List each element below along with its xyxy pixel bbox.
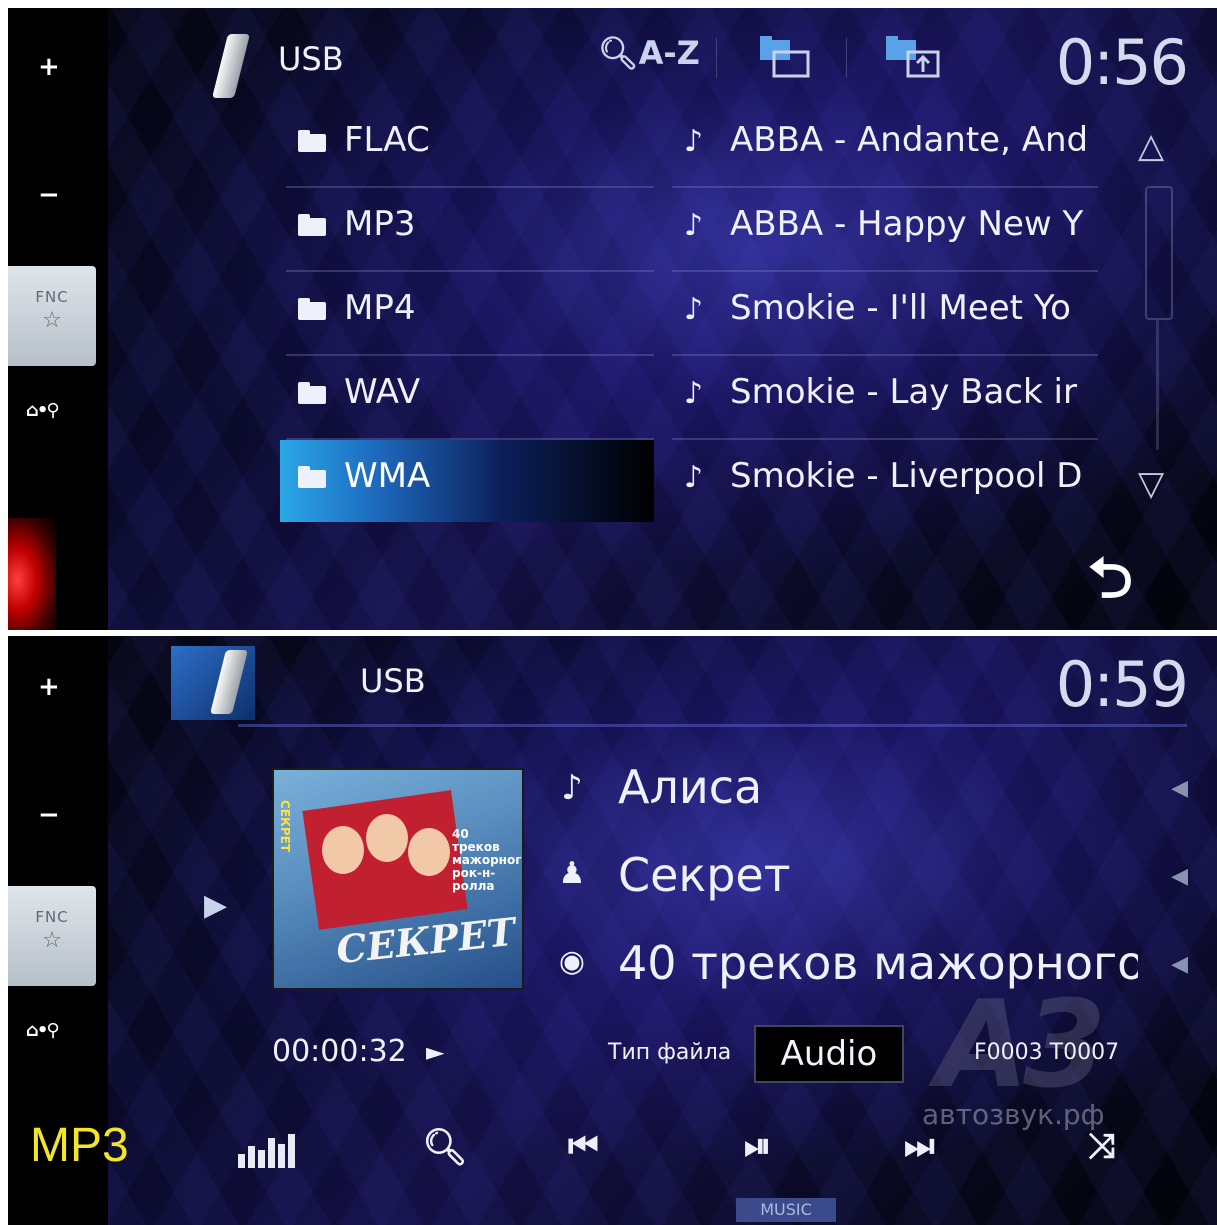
search-icon: 🔍︎ bbox=[598, 34, 639, 72]
left-bezel: + − FNC ☆ ⌂•⚲ bbox=[8, 8, 108, 630]
header-divider bbox=[238, 724, 1187, 727]
scrollbar-track[interactable] bbox=[1156, 320, 1159, 450]
album-art: СЕКРЕТ 40 треков мажорного рок-н-ролла С… bbox=[272, 768, 524, 990]
artist-name: Секрет bbox=[618, 848, 791, 902]
usb-stick-icon bbox=[212, 34, 250, 98]
star-icon: ☆ bbox=[42, 928, 62, 953]
scrollbar-thumb[interactable] bbox=[1145, 186, 1173, 320]
fnc-label: FNC bbox=[35, 288, 69, 306]
track-label: ABBA - Happy New Y bbox=[730, 204, 1084, 244]
album-art-subtitle: 40 треков мажорного рок-н-ролла bbox=[452, 827, 524, 893]
volume-plus-button[interactable]: + bbox=[38, 52, 60, 82]
folder-item[interactable]: FLAC bbox=[286, 104, 654, 188]
folder-label: MP3 bbox=[344, 204, 416, 244]
next-icon: ⏭ bbox=[904, 1126, 935, 1166]
clock: 0:59 bbox=[1055, 648, 1189, 721]
folder-tree-icon bbox=[760, 36, 810, 78]
artist-row[interactable]: ♟ Секрет ◀ bbox=[548, 838, 1188, 918]
watermark-site: автозвук.рф bbox=[922, 1098, 1105, 1131]
search-az-label: A-Z bbox=[638, 34, 700, 72]
search-button[interactable]: 🔍︎ bbox=[422, 1126, 468, 1168]
search-icon: 🔍︎ bbox=[422, 1127, 468, 1168]
scroll-left-icon: ◀ bbox=[1171, 952, 1188, 977]
star-icon: ☆ bbox=[42, 308, 62, 333]
previous-icon: ⏮ bbox=[568, 1126, 599, 1166]
album-art-side-text: СЕКРЕТ bbox=[278, 800, 292, 852]
red-light-knob bbox=[8, 518, 56, 630]
fnc-button[interactable]: FNC ☆ bbox=[8, 886, 96, 986]
person-icon: ♟ bbox=[558, 856, 586, 891]
previous-track-button[interactable]: ⏮ bbox=[568, 1126, 599, 1166]
play-indicator-icon: ► bbox=[426, 1038, 445, 1066]
music-note-icon: ♪ bbox=[684, 208, 704, 243]
volume-plus-button[interactable]: + bbox=[38, 672, 60, 702]
scroll-left-icon: ◀ bbox=[1171, 776, 1188, 801]
track-item[interactable]: ♪ Smokie - I'll Meet Yo bbox=[672, 272, 1098, 356]
music-note-icon: ♪ bbox=[684, 292, 704, 327]
folder-icon bbox=[298, 130, 326, 158]
track-label: Smokie - I'll Meet Yo bbox=[730, 288, 1071, 328]
folder-label: WAV bbox=[344, 372, 421, 412]
next-track-button[interactable]: ⏭ bbox=[904, 1126, 935, 1166]
folder-up-button[interactable] bbox=[882, 30, 942, 90]
folder-tree-button[interactable] bbox=[756, 30, 816, 90]
scroll-down-button[interactable]: ▽ bbox=[1138, 464, 1164, 504]
music-note-icon: ♪ bbox=[684, 124, 704, 159]
back-button[interactable]: ⮌ bbox=[1088, 538, 1133, 630]
folder-label: WMA bbox=[344, 456, 431, 496]
music-note-icon: ♪ bbox=[684, 376, 704, 411]
track-item[interactable]: ♪ ABBA - Andante, And bbox=[672, 104, 1098, 188]
source-title: USB bbox=[278, 40, 344, 78]
volume-minus-button[interactable]: − bbox=[38, 180, 60, 210]
equalizer-button[interactable] bbox=[238, 1132, 302, 1168]
header-divider bbox=[846, 38, 847, 78]
now-playing-screen: + − FNC ☆ ⌂•⚲ USB 0:59 ▶ СЕКРЕТ 40 треко… bbox=[8, 636, 1217, 1225]
folder-label: FLAC bbox=[344, 120, 430, 160]
music-note-icon: ♪ bbox=[684, 460, 704, 495]
expand-arrow-icon[interactable]: ▶ bbox=[204, 888, 227, 923]
music-tab[interactable]: MUSIC bbox=[736, 1198, 836, 1222]
search-az-button[interactable]: 🔍︎A-Z bbox=[598, 34, 700, 72]
track-item[interactable]: ♪ Smokie - Lay Back ir bbox=[672, 356, 1098, 440]
browser-screen: + − FNC ☆ ⌂•⚲ USB 🔍︎A-Z 0:56 FLAC MP3 MP… bbox=[8, 8, 1217, 630]
music-note-icon: ♪ bbox=[561, 768, 583, 808]
file-track-counter: F0003 T0007 bbox=[974, 1040, 1120, 1065]
folder-item-selected[interactable]: WMA bbox=[280, 440, 654, 522]
scroll-up-button[interactable]: △ bbox=[1138, 126, 1164, 166]
header-divider bbox=[716, 38, 717, 78]
folder-item[interactable]: MP4 bbox=[286, 272, 654, 356]
track-label: Smokie - Liverpool D bbox=[730, 456, 1083, 496]
disc-icon: ◉ bbox=[558, 944, 586, 979]
folder-icon bbox=[298, 298, 326, 326]
track-item[interactable]: ♪ Smokie - Liverpool D bbox=[672, 440, 1098, 524]
play-pause-button[interactable]: ⏯ bbox=[744, 1126, 771, 1166]
track-label: Smokie - Lay Back ir bbox=[730, 372, 1077, 412]
track-title-row[interactable]: ♪ Алиса ◀ bbox=[548, 750, 1188, 830]
folder-icon bbox=[298, 466, 326, 494]
scroll-left-icon: ◀ bbox=[1171, 864, 1188, 889]
volume-minus-button[interactable]: − bbox=[38, 800, 60, 830]
home-mic-button[interactable]: ⌂•⚲ bbox=[26, 1020, 60, 1041]
folder-label: MP4 bbox=[344, 288, 416, 328]
shuffle-icon: ⤨ bbox=[1088, 1126, 1116, 1166]
folder-icon bbox=[298, 214, 326, 242]
folder-up-icon bbox=[886, 36, 940, 78]
source-title: USB bbox=[360, 662, 426, 700]
track-item[interactable]: ♪ ABBA - Happy New Y bbox=[672, 188, 1098, 272]
folder-item[interactable]: WAV bbox=[286, 356, 654, 440]
track-label: ABBA - Andante, And bbox=[730, 120, 1089, 160]
folder-item[interactable]: MP3 bbox=[286, 188, 654, 272]
file-type-label: Тип файла bbox=[608, 1040, 732, 1065]
fnc-label: FNC bbox=[35, 908, 69, 926]
file-type-value: Audio bbox=[754, 1025, 904, 1083]
clock: 0:56 bbox=[1055, 26, 1189, 99]
media-mode-label: MP3 bbox=[30, 1119, 129, 1172]
shuffle-button[interactable]: ⤨ bbox=[1088, 1126, 1115, 1166]
home-mic-button[interactable]: ⌂•⚲ bbox=[26, 400, 60, 421]
play-pause-icon: ⏯ bbox=[744, 1126, 772, 1166]
elapsed-time: 00:00:32 bbox=[272, 1034, 407, 1069]
track-title: Алиса bbox=[618, 760, 763, 814]
fnc-button[interactable]: FNC ☆ bbox=[8, 266, 96, 366]
folder-icon bbox=[298, 382, 326, 410]
